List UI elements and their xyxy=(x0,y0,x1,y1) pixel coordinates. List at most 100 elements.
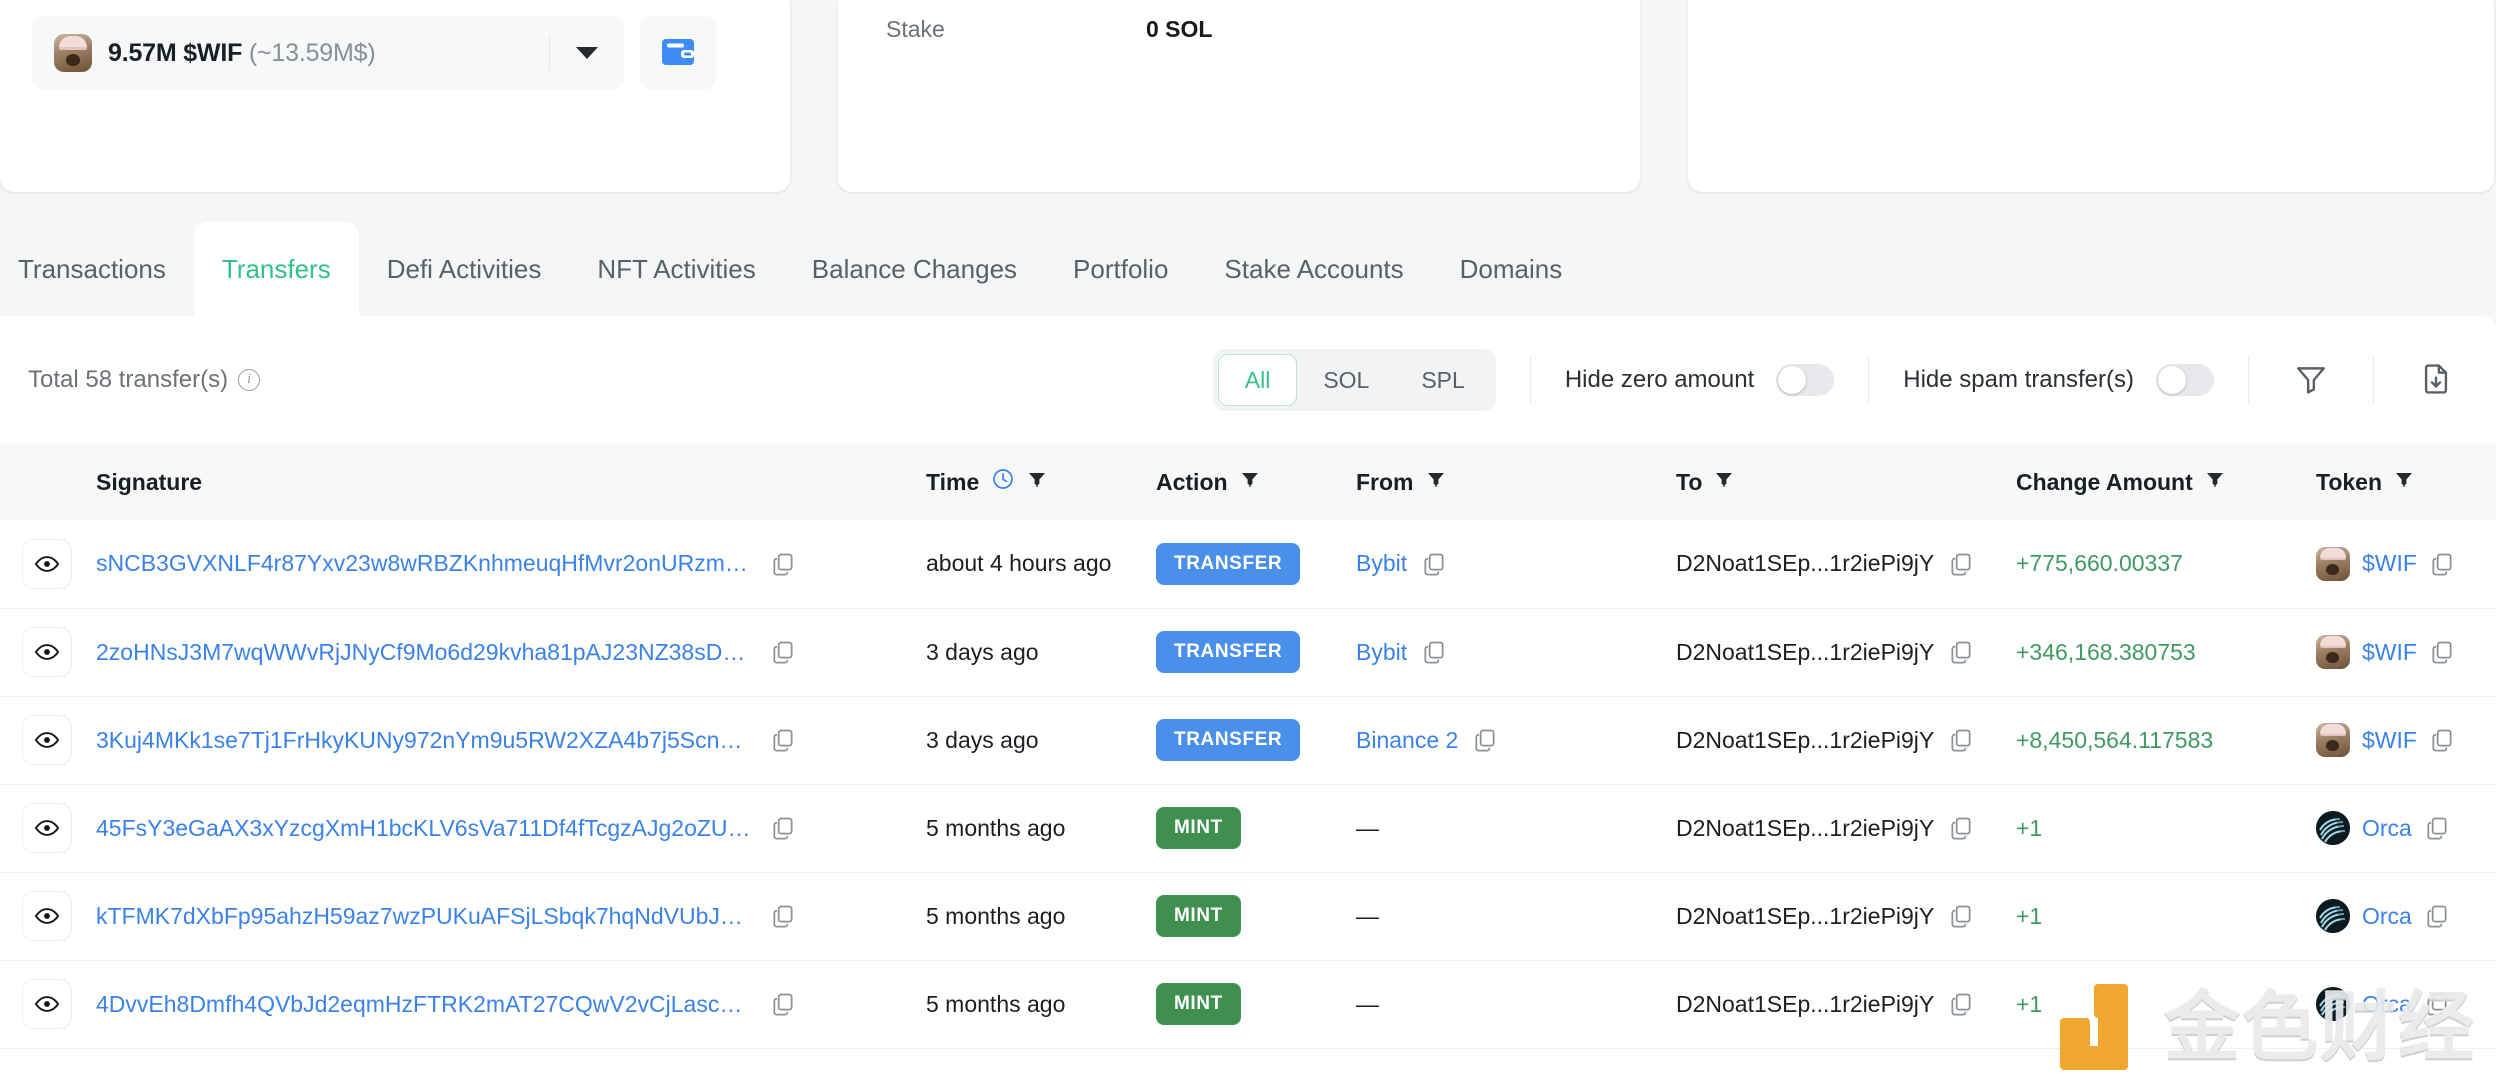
tab-transactions[interactable]: Transactions xyxy=(0,222,194,316)
segment-sol[interactable]: SOL xyxy=(1297,354,1395,406)
cell-action: MINT xyxy=(1156,784,1356,873)
signature-link[interactable]: kTFMK7dXbFp95ahzH59az7wzPUKuAFSjLSbqk7hq… xyxy=(96,903,756,930)
to-address: D2Noat1SEp...1r2iePi9jY xyxy=(1676,550,1935,577)
action-badge[interactable]: TRANSFER xyxy=(1156,542,1301,585)
cell-from: Binance 2 xyxy=(1356,696,1676,785)
third-card xyxy=(1688,0,2494,192)
from-empty: — xyxy=(1356,990,1379,1017)
tab-stake-accounts[interactable]: Stake Accounts xyxy=(1196,222,1431,316)
token-selector[interactable]: 9.57M $WIF (~13.59M$) xyxy=(32,16,624,90)
copy-icon-to[interactable] xyxy=(1948,815,1974,841)
table-header: Signature Time Action From To Change Amo… xyxy=(0,444,2496,520)
time-value: 5 months ago xyxy=(926,902,1066,929)
signature-link[interactable]: 2zoHNsJ3M7wqWWvRjJNyCf9Mo6d29kvha81pAJ23… xyxy=(96,639,756,666)
token-link[interactable]: Orca xyxy=(2362,903,2412,930)
copy-icon-signature[interactable] xyxy=(770,551,796,577)
filter-button[interactable] xyxy=(2283,352,2339,408)
time-value: 3 days ago xyxy=(926,726,1039,753)
copy-icon-from[interactable] xyxy=(1472,727,1498,753)
copy-icon-to[interactable] xyxy=(1948,639,1974,665)
token-link[interactable]: $WIF xyxy=(2362,727,2417,754)
hide-spam-transfers-toggle[interactable] xyxy=(2156,364,2214,396)
chevron-down-icon[interactable] xyxy=(550,45,624,61)
copy-icon-from[interactable] xyxy=(1421,551,1447,577)
funnel-filter-icon xyxy=(2294,362,2328,399)
export-button[interactable] xyxy=(2408,352,2464,408)
action-badge[interactable]: TRANSFER xyxy=(1156,719,1301,761)
cell-eye xyxy=(0,520,96,609)
segment-spl[interactable]: SPL xyxy=(1395,354,1490,406)
tab-nft-activities[interactable]: NFT Activities xyxy=(569,222,783,316)
hide-zero-amount-toggle[interactable] xyxy=(1776,364,1835,396)
cell-token: Orca xyxy=(2316,872,2496,961)
copy-icon-to[interactable] xyxy=(1948,727,1974,753)
action-badge[interactable]: MINT xyxy=(1156,807,1241,849)
cell-to: D2Noat1SEp...1r2iePi9jY xyxy=(1676,696,2016,785)
info-icon[interactable]: i xyxy=(238,369,261,391)
eye-icon[interactable] xyxy=(22,538,72,589)
action-badge[interactable]: TRANSFER xyxy=(1156,631,1301,673)
copy-icon-from[interactable] xyxy=(1421,639,1447,665)
eye-icon[interactable] xyxy=(22,627,72,677)
orca-token-icon xyxy=(2316,811,2350,845)
wallet-button[interactable] xyxy=(640,16,716,90)
tab-domains[interactable]: Domains xyxy=(1432,222,1591,316)
copy-icon-token[interactable] xyxy=(2424,815,2450,841)
tab-portfolio[interactable]: Portfolio xyxy=(1045,222,1196,316)
cell-from: — xyxy=(1356,784,1676,873)
from-address-link[interactable]: Bybit xyxy=(1356,550,1407,577)
eye-icon[interactable] xyxy=(22,979,72,1029)
filter-icon-token[interactable] xyxy=(2394,469,2414,496)
download-file-icon xyxy=(2419,362,2453,399)
action-badge[interactable]: MINT xyxy=(1156,983,1241,1025)
cell-change-amount: +1 xyxy=(2016,872,2316,961)
signature-link[interactable]: sNCB3GVXNLF4r87Yxv23w8wRBZKnhmeuqHfMvr2o… xyxy=(96,550,756,577)
cell-from: — xyxy=(1356,872,1676,961)
to-address: D2Noat1SEp...1r2iePi9jY xyxy=(1676,726,1935,753)
action-badge[interactable]: MINT xyxy=(1156,895,1241,937)
filter-icon-change-amount[interactable] xyxy=(2205,469,2225,496)
eye-icon[interactable] xyxy=(22,715,72,765)
token-link[interactable]: Orca xyxy=(2362,991,2412,1018)
segment-all[interactable]: All xyxy=(1217,354,1298,406)
from-address-link[interactable]: Binance 2 xyxy=(1356,727,1458,754)
copy-icon-to[interactable] xyxy=(1948,551,1974,577)
balance-amount-value: 9.57M $WIF xyxy=(108,38,243,67)
copy-icon-token[interactable] xyxy=(2429,551,2455,577)
filter-icon-from[interactable] xyxy=(1426,469,1446,496)
toolbar-controls: All SOL SPL Hide zero amount Hide spam t… xyxy=(1212,349,2464,411)
copy-icon-signature[interactable] xyxy=(770,903,796,929)
tab-defi-activities[interactable]: Defi Activities xyxy=(359,222,570,316)
total-transfers-label: Total 58 transfer(s) xyxy=(28,366,229,393)
toggle-knob xyxy=(2158,366,2186,394)
filter-icon-to[interactable] xyxy=(1714,469,1734,496)
tab-balance-changes[interactable]: Balance Changes xyxy=(784,222,1045,316)
cell-token: $WIF xyxy=(2316,608,2496,697)
clock-icon[interactable] xyxy=(991,467,1015,497)
copy-icon-to[interactable] xyxy=(1948,903,1974,929)
copy-icon-token[interactable] xyxy=(2424,903,2450,929)
filter-icon-action[interactable] xyxy=(1240,469,1260,496)
copy-icon-signature[interactable] xyxy=(770,639,796,665)
signature-link[interactable]: 45FsY3eGaAX3xYzcgXmH1bcKLV6sVa711Df4fTcg… xyxy=(96,815,756,842)
copy-icon-signature[interactable] xyxy=(770,815,796,841)
token-link[interactable]: $WIF xyxy=(2362,550,2417,577)
table-row: kTFMK7dXbFp95ahzH59az7wzPUKuAFSjLSbqk7hq… xyxy=(0,872,2496,961)
copy-icon-token[interactable] xyxy=(2429,639,2455,665)
eye-icon[interactable] xyxy=(22,803,72,853)
token-link[interactable]: $WIF xyxy=(2362,639,2417,666)
filter-icon-time[interactable] xyxy=(1027,469,1047,496)
eye-icon[interactable] xyxy=(22,891,72,941)
cell-from: Bybit xyxy=(1356,608,1676,697)
hide-zero-amount-group: Hide zero amount xyxy=(1565,364,1835,396)
from-address-link[interactable]: Bybit xyxy=(1356,639,1407,666)
copy-icon-token[interactable] xyxy=(2424,991,2450,1017)
signature-link[interactable]: 3Kuj4MKk1se7Tj1FrHkyKUNy972nYm9u5RW2XZA4… xyxy=(96,727,756,754)
copy-icon-to[interactable] xyxy=(1948,991,1974,1017)
tab-transfers[interactable]: Transfers xyxy=(193,222,359,316)
token-link[interactable]: Orca xyxy=(2362,815,2412,842)
copy-icon-signature[interactable] xyxy=(770,991,796,1017)
signature-link[interactable]: 4DvvEh8Dmfh4QVbJd2eqmHzFTRK2mAT27CQwV2vC… xyxy=(96,991,756,1018)
copy-icon-signature[interactable] xyxy=(770,727,796,753)
copy-icon-token[interactable] xyxy=(2429,727,2455,753)
